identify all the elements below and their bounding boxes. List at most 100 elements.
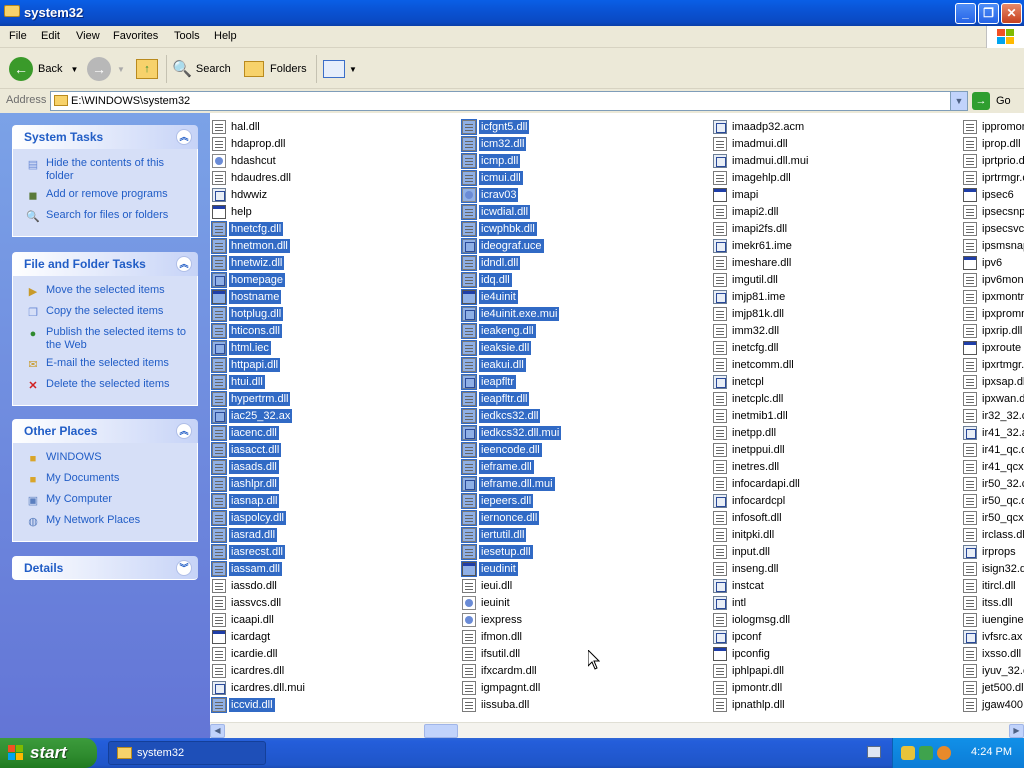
file-item[interactable]: ieframe.dll.mui: [461, 476, 555, 492]
file-item[interactable]: imadmui.dll: [713, 136, 790, 152]
file-item[interactable]: iprop.dll: [963, 136, 1023, 152]
file-item[interactable]: icardagt: [212, 629, 272, 645]
file-item[interactable]: hnetmon.dll: [211, 238, 290, 254]
file-item[interactable]: iasrad.dll: [211, 527, 278, 543]
file-item[interactable]: ir50_qc.d: [963, 493, 1024, 509]
file-item[interactable]: iexpress: [462, 612, 524, 628]
task-copy[interactable]: ❐ Copy the selected items: [25, 305, 193, 321]
file-item[interactable]: ifmon.dll: [462, 629, 524, 645]
file-item[interactable]: iepeers.dll: [461, 493, 534, 509]
file-item[interactable]: ipconfig: [713, 646, 772, 662]
place-my-computer[interactable]: ▣ My Computer: [25, 493, 193, 509]
file-item[interactable]: iertutil.dll: [461, 527, 527, 543]
file-item[interactable]: ieapfltr: [461, 374, 517, 390]
file-item[interactable]: ippromon: [963, 119, 1024, 135]
expand-icon[interactable]: ︾: [176, 560, 192, 576]
file-item[interactable]: ipsmsnap: [963, 238, 1024, 254]
address-value[interactable]: E:\WINDOWS\system32: [71, 95, 190, 107]
file-item[interactable]: ir41_qc.d: [963, 442, 1024, 458]
file-item[interactable]: ir41_qcx.: [963, 459, 1024, 475]
file-item[interactable]: inetcplc.dll: [713, 391, 785, 407]
file-folder-tasks-header[interactable]: File and Folder Tasks ︽: [12, 252, 198, 276]
file-item[interactable]: input.dll: [713, 544, 772, 560]
file-item[interactable]: imeshare.dll: [713, 255, 793, 271]
file-item[interactable]: inetcfg.dll: [713, 340, 780, 356]
folders-button[interactable]: Folders: [244, 55, 307, 83]
menu-view[interactable]: View: [76, 30, 100, 42]
file-item[interactable]: icardres.dll: [212, 663, 286, 679]
go-button[interactable]: → Go: [972, 91, 1011, 111]
task-hide-contents[interactable]: ▤ Hide the contents of this folder: [25, 157, 193, 183]
file-item[interactable]: iac25_32.ax: [211, 408, 293, 424]
file-item[interactable]: isign32.d: [963, 561, 1024, 577]
file-item[interactable]: imaadp32.acm: [713, 119, 806, 135]
file-item[interactable]: icmui.dll: [461, 170, 523, 186]
taskbar-window-button[interactable]: system32: [108, 741, 266, 765]
file-item[interactable]: icwdial.dll: [461, 204, 531, 220]
file-item[interactable]: ideograf.uce: [461, 238, 544, 254]
horizontal-scrollbar[interactable]: ◀ ▶: [210, 722, 1024, 738]
file-item[interactable]: inetcpl: [713, 374, 766, 390]
file-item[interactable]: iedkcs32.dll.mui: [461, 425, 562, 441]
file-item[interactable]: iashlpr.dll: [211, 476, 279, 492]
file-item[interactable]: hypertrm.dll: [211, 391, 291, 407]
up-folder-button[interactable]: ↑: [136, 55, 158, 83]
clock[interactable]: 4:24 PM: [971, 746, 1012, 758]
file-item[interactable]: ipmontr.dll: [713, 680, 784, 696]
file-item[interactable]: ivfsrc.ax: [963, 629, 1024, 645]
file-item[interactable]: hnetwiz.dll: [211, 255, 285, 271]
file-item[interactable]: icwphbk.dll: [461, 221, 537, 237]
file-item[interactable]: iesetup.dll: [461, 544, 533, 560]
file-item[interactable]: ifxcardm.dll: [462, 663, 539, 679]
file-item[interactable]: ipconf: [713, 629, 763, 645]
file-item[interactable]: iacenc.dll: [211, 425, 279, 441]
file-item[interactable]: ie4uinit: [461, 289, 518, 305]
file-item[interactable]: icardres.dll.mui: [212, 680, 307, 696]
file-item[interactable]: httpapi.dll: [211, 357, 281, 373]
file-item[interactable]: homepage: [211, 272, 285, 288]
file-item[interactable]: ir32_32.c: [963, 408, 1024, 424]
file-item[interactable]: hdwwiz: [212, 187, 269, 203]
file-item[interactable]: hdaprop.dll: [212, 136, 287, 152]
file-item[interactable]: ieframe.dll: [461, 459, 534, 475]
file-item[interactable]: itircl.dll: [963, 578, 1018, 594]
file-item[interactable]: iasrecst.dll: [211, 544, 285, 560]
file-item[interactable]: ipxpromn: [963, 306, 1024, 322]
file-item[interactable]: initpki.dll: [713, 527, 776, 543]
minimize-button[interactable]: _: [955, 3, 976, 24]
file-item[interactable]: ir41_32.a: [963, 425, 1024, 441]
file-item[interactable]: ipnathlp.dll: [713, 697, 787, 713]
scroll-left-button[interactable]: ◀: [210, 724, 225, 738]
file-item[interactable]: icrav03: [461, 187, 519, 203]
file-item[interactable]: htui.dll: [211, 374, 265, 390]
file-item[interactable]: iprtprio.dl: [963, 153, 1024, 169]
search-button[interactable]: 🔍 Search: [172, 55, 231, 83]
file-item[interactable]: ipxrip.dll: [963, 323, 1024, 339]
file-item[interactable]: iassdo.dll: [212, 578, 279, 594]
file-item[interactable]: imjp81.ime: [713, 289, 787, 305]
file-item[interactable]: hostname: [211, 289, 282, 305]
maximize-button[interactable]: ❐: [978, 3, 999, 24]
file-item[interactable]: hdaudres.dll: [212, 170, 293, 186]
file-item[interactable]: ieudinit: [461, 561, 518, 577]
file-item[interactable]: ipsecsnp.: [963, 204, 1024, 220]
file-item[interactable]: iologmsg.dll: [713, 612, 792, 628]
file-item[interactable]: ipv6: [963, 255, 1004, 271]
file-item[interactable]: iprtrmgr.c: [963, 170, 1024, 186]
file-item[interactable]: ixsso.dll: [963, 646, 1023, 662]
security-shield-icon[interactable]: [901, 746, 915, 760]
file-item[interactable]: idq.dll: [461, 272, 512, 288]
file-item[interactable]: imapi2fs.dll: [713, 221, 789, 237]
file-item[interactable]: inseng.dll: [713, 561, 780, 577]
menu-tools[interactable]: Tools: [174, 30, 200, 42]
file-item[interactable]: igmpagnt.dll: [462, 680, 542, 696]
scroll-right-button[interactable]: ▶: [1009, 724, 1024, 738]
file-item[interactable]: ipv6mon.c: [963, 272, 1024, 288]
file-item[interactable]: icfgnt5.dll: [461, 119, 530, 135]
file-item[interactable]: ieuinit: [462, 595, 512, 611]
file-item[interactable]: ieakui.dll: [461, 357, 526, 373]
file-item[interactable]: iassam.dll: [211, 561, 282, 577]
file-item[interactable]: iyuv_32.c: [963, 663, 1024, 679]
file-item[interactable]: ieui.dll: [462, 578, 514, 594]
file-item[interactable]: imekr61.ime: [713, 238, 794, 254]
